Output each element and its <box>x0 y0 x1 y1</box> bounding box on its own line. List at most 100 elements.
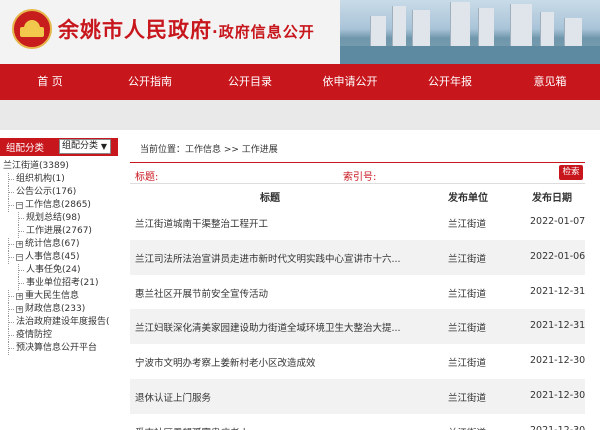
row-date: 2021-12-30 <box>530 355 586 367</box>
tree-item-label: 人事信息(45) <box>25 252 80 262</box>
collapse-icon[interactable]: − <box>16 254 23 261</box>
tree-item[interactable]: − 工作信息(2865) <box>0 199 120 212</box>
row-date: 2021-12-31 <box>530 320 586 332</box>
row-title-link[interactable]: 退休认证上门服务 <box>135 390 417 404</box>
tree-item[interactable]: 公告公示(176) <box>0 186 120 199</box>
tree-item-label: 法治政府建设年度报告( <box>16 317 110 327</box>
tree-connector <box>8 348 14 349</box>
tree-connector <box>8 205 14 206</box>
tree-item-label: 工作信息(2865) <box>25 200 91 210</box>
nav-home[interactable]: 首 页 <box>0 64 100 100</box>
tree-connector <box>8 322 14 323</box>
row-unit: 兰江街道 <box>448 358 487 370</box>
title-search-input[interactable] <box>165 166 335 181</box>
expand-icon[interactable]: + <box>16 306 23 313</box>
table-row: 舜南社区看望孤寡患病老人 兰江街道 2021-12-30 <box>130 414 585 430</box>
title-search-label: 标题: <box>135 172 159 183</box>
tree-connector <box>18 270 24 271</box>
category-select[interactable]: 组配分类 ▼ <box>59 139 111 154</box>
category-select-value: 组配分类 <box>62 141 99 151</box>
tree-connector <box>8 192 14 193</box>
tree-item[interactable]: 工作进展(2767) <box>0 225 120 238</box>
row-title-link[interactable]: 兰江妇联深化清美家园建设助力街道全域环境卫生大整治大提... <box>135 320 417 334</box>
search-bar: 标题: 索引号: 检索 <box>130 162 585 184</box>
tree-item[interactable]: 法治政府建设年度报告( <box>0 316 120 329</box>
row-date: 2021-12-31 <box>530 285 586 297</box>
nav-sub-band <box>0 100 600 130</box>
search-button[interactable]: 检索 <box>559 165 583 180</box>
table-header: 标题 发布单位 发布日期 <box>130 185 585 205</box>
chevron-down-icon: ▼ <box>100 142 107 151</box>
site-title-sub: ·政府信息公开 <box>212 23 315 41</box>
tree-item[interactable]: 人事任免(24) <box>0 264 120 277</box>
tree-connector <box>18 231 24 232</box>
collapse-icon[interactable]: − <box>16 202 23 209</box>
tree-connector <box>18 283 24 284</box>
row-unit: 兰江街道 <box>448 253 487 265</box>
tree-item[interactable]: 组织机构(1) <box>0 173 120 186</box>
tree-connector <box>8 257 14 258</box>
nav-feedback[interactable]: 意见箱 <box>500 64 600 100</box>
tree-item-label: 规划总结(98) <box>26 213 81 223</box>
row-title-link[interactable]: 舜南社区看望孤寡患病老人 <box>135 425 417 430</box>
row-unit: 兰江街道 <box>448 219 487 230</box>
column-unit: 发布单位 <box>448 193 488 204</box>
tree-item[interactable]: − 人事信息(45) <box>0 251 120 264</box>
expand-icon[interactable]: + <box>16 241 23 248</box>
row-unit: 兰江街道 <box>448 425 486 430</box>
tree-item[interactable]: 疫情防控 <box>0 329 120 342</box>
row-unit: 兰江街道 <box>448 288 487 300</box>
main-nav: 首 页 公开指南 公开目录 依申请公开 公开年报 意见箱 <box>0 64 600 100</box>
row-unit: 兰江街道 <box>448 392 487 404</box>
header-city-photo <box>340 0 600 64</box>
tree-item[interactable]: + 重大民生信息 <box>0 290 120 303</box>
table-row: 兰江司法所法治宣讲员走进市新时代文明实践中心宣讲市十六... 兰江街道 2022-0… <box>130 239 586 275</box>
site-header: 余姚市人民政府·政府信息公开 <box>0 0 600 64</box>
tree-connector <box>18 218 24 219</box>
tree-item-label: 统计信息(67) <box>25 239 80 249</box>
tree-connector <box>8 296 14 297</box>
breadcrumb: 当前位置：工作信息 >> 工作进展 <box>140 145 278 155</box>
tree-item[interactable]: 兰江街道(3389) <box>0 160 120 173</box>
row-date: 2022-01-07 <box>530 216 586 227</box>
tree-item-label: 预决算信息公开平台 <box>16 343 98 353</box>
results-table: 兰江街道城南干渠整治工程开工 兰江街道 2022-01-07 兰江司法所法治宣讲员走进… <box>130 205 585 430</box>
tree-item-label: 公告公示(176) <box>16 187 77 197</box>
tree-connector <box>8 309 14 310</box>
table-row: 宁波市文明办考察上姜新村老小区改造成效 兰江街道 2021-12-30 <box>130 344 585 379</box>
row-date: 2021-12-30 <box>530 425 585 430</box>
site-title-main: 余姚市人民政府 <box>58 18 212 42</box>
table-row: 兰江妇联深化清美家园建设助力街道全域环境卫生大整治大提... 兰江街道 2021-1… <box>130 309 586 345</box>
nav-annual-report[interactable]: 公开年报 <box>400 64 500 100</box>
row-title-link[interactable]: 兰江司法所法治宣讲员走进市新时代文明实践中心宣讲市十六... <box>135 251 417 265</box>
column-title: 标题 <box>260 193 280 204</box>
site-title: 余姚市人民政府·政府信息公开 <box>58 14 315 44</box>
tree-item-label: 疫情防控 <box>16 330 53 340</box>
nav-catalog[interactable]: 公开目录 <box>200 64 300 100</box>
row-title-link[interactable]: 惠兰社区开展节前安全宣传活动 <box>135 286 417 300</box>
tree-connector <box>8 335 14 336</box>
table-row: 惠兰社区开展节前安全宣传活动 兰江街道 2021-12-31 <box>130 275 585 310</box>
tree-item[interactable]: 规划总结(98) <box>0 212 120 225</box>
sidebar-header: 组配分类 组配分类 ▼ <box>0 138 118 156</box>
nav-guide[interactable]: 公开指南 <box>100 64 200 100</box>
tree-item-label: 财政信息(233) <box>25 304 86 314</box>
tree-item[interactable]: 事业单位招考(21) <box>0 277 120 290</box>
tree-item[interactable]: 预决算信息公开平台 <box>0 342 120 355</box>
expand-icon[interactable]: + <box>16 293 23 300</box>
category-tree: 兰江街道(3389) 组织机构(1) 公告公示(176) − 工作信息(2865) 规划总… <box>0 160 120 355</box>
tree-item-label: 事业单位招考(21) <box>26 278 99 288</box>
tree-connector <box>8 179 14 180</box>
tree-connector <box>8 244 14 245</box>
tree-item[interactable]: + 财政信息(233) <box>0 303 120 316</box>
tree-item[interactable]: + 统计信息(67) <box>0 238 120 251</box>
row-date: 2022-01-06 <box>530 250 586 262</box>
sidebar: 组配分类 组配分类 ▼ 兰江街道(3389) 组织机构(1) 公告公示(176) − 工… <box>0 138 120 430</box>
nav-apply[interactable]: 依申请公开 <box>300 64 400 100</box>
government-emblem-icon <box>12 9 52 49</box>
table-row: 兰江街道城南干渠整治工程开工 兰江街道 2022-01-07 <box>130 205 585 240</box>
row-title-link[interactable]: 兰江街道城南干渠整治工程开工 <box>135 216 417 230</box>
index-search-input[interactable] <box>385 166 545 181</box>
row-title-link[interactable]: 宁波市文明办考察上姜新村老小区改造成效 <box>135 355 417 369</box>
column-date: 发布日期 <box>532 193 572 204</box>
